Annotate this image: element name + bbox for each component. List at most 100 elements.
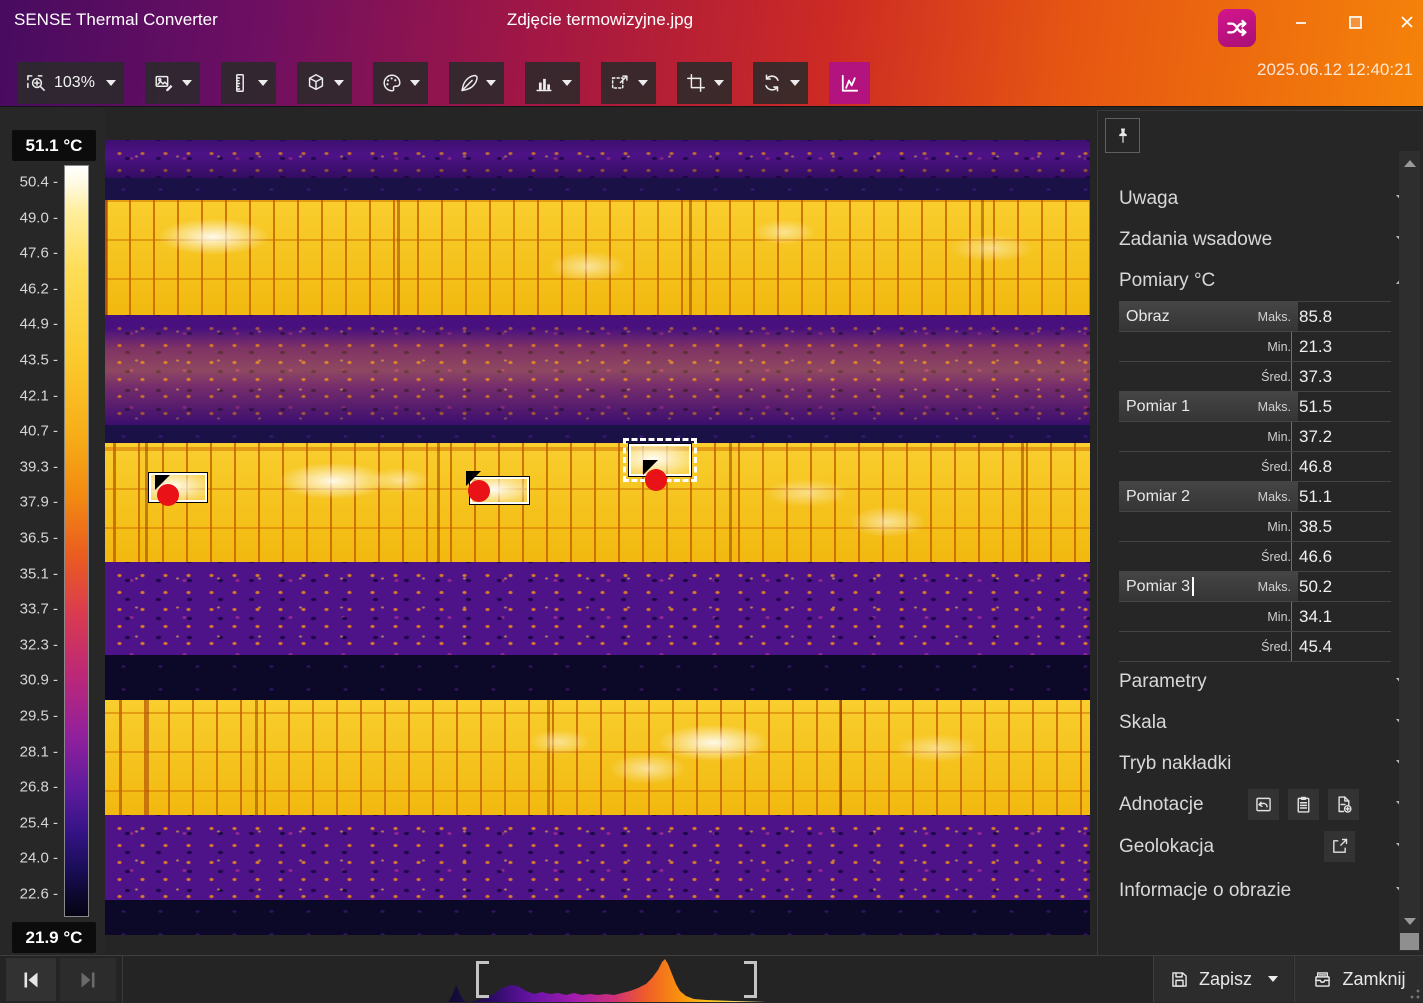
measurement-marker-3	[645, 469, 667, 491]
section-label: Uwaga	[1119, 188, 1178, 210]
scale-tick: 30.9	[20, 672, 58, 689]
stat-label: Śred.	[1231, 550, 1291, 564]
save-button[interactable]: Zapisz	[1153, 956, 1293, 1002]
measurement-name: Obraz	[1126, 308, 1170, 326]
save-icon	[1169, 969, 1190, 990]
stat-label: Maks.	[1231, 310, 1291, 324]
palette-button[interactable]	[373, 62, 428, 104]
histogram-range-left-handle[interactable]	[476, 961, 489, 998]
shuffle-icon	[1224, 15, 1250, 41]
section-tryb-nakladki[interactable]: Tryb nakładki	[1119, 749, 1391, 779]
section-informacje-o-obrazie[interactable]: Informacje o obrazie	[1119, 876, 1391, 906]
maximize-icon	[1345, 12, 1365, 32]
panel-scrollbar[interactable]	[1399, 151, 1420, 951]
skip-last-icon	[76, 968, 100, 992]
table-row: Min. 37.2	[1119, 421, 1391, 451]
temperature-histogram[interactable]	[390, 958, 790, 1002]
annotate-button[interactable]	[449, 62, 504, 104]
table-divider	[1119, 661, 1391, 662]
scale-tick: 46.2	[20, 280, 58, 297]
section-zadania-wsadowe[interactable]: Zadania wsadowe	[1119, 225, 1391, 255]
chevron-down-icon	[410, 80, 420, 86]
section-label: Zadania wsadowe	[1119, 229, 1272, 251]
measurement-name-field[interactable]: Pomiar 2	[1119, 488, 1231, 506]
section-label: Adnotacje	[1119, 794, 1204, 816]
thermal-row-shadow	[105, 655, 1090, 700]
scale-tick: 26.8	[20, 779, 58, 796]
pin-panel-button[interactable]	[1105, 118, 1140, 153]
image-edit-button[interactable]	[145, 62, 200, 104]
scale-tick: 36.5	[20, 530, 58, 547]
close-button[interactable]	[1392, 10, 1422, 34]
scale-ticks: 50.449.047.646.244.943.542.140.739.337.9…	[0, 182, 58, 902]
resize-button[interactable]	[601, 62, 656, 104]
chevron-down-icon	[486, 80, 496, 86]
histogram-range-right-handle[interactable]	[744, 961, 757, 998]
stat-label: Min.	[1231, 520, 1291, 534]
scale-tick: 25.4	[20, 814, 58, 831]
table-row: Pomiar 1 Maks. 51.5	[1119, 391, 1391, 421]
section-skala[interactable]: Skala	[1119, 708, 1391, 738]
stat-label: Śred.	[1231, 370, 1291, 384]
triangle-down-icon	[1404, 918, 1416, 925]
crop-button[interactable]	[677, 62, 732, 104]
stat-value: 51.1	[1291, 482, 1391, 511]
scale-tick: 24.0	[20, 850, 58, 867]
title-bar: SENSE Thermal Converter Zdjęcie termowiz…	[0, 0, 1423, 107]
thermal-image[interactable]	[105, 140, 1090, 935]
zoom-control-button[interactable]: 103%	[17, 62, 124, 104]
skip-first-icon	[19, 968, 43, 992]
scale-tick: 40.7	[20, 423, 58, 440]
close-file-button[interactable]: Zamknij	[1294, 956, 1423, 1002]
scale-tick: 43.5	[20, 352, 58, 369]
thermal-row-panels	[105, 200, 1090, 315]
stat-value: 85.8	[1291, 302, 1391, 331]
pin-icon	[1113, 126, 1133, 146]
section-pomiary[interactable]: Pomiary °C	[1119, 266, 1391, 296]
annotation-add-note-button[interactable]	[1328, 789, 1359, 820]
thermal-row-ground	[105, 315, 1090, 425]
measurement-name-field[interactable]: Pomiar 3	[1119, 577, 1231, 596]
palette-icon	[381, 72, 403, 94]
annotation-clipboard-button[interactable]	[1288, 789, 1319, 820]
temperature-scale: 51.1 °C 50.449.047.646.244.943.542.140.7…	[0, 107, 105, 955]
scrollbar-thumb[interactable]	[1400, 933, 1419, 950]
annotation-undo-button[interactable]	[1248, 789, 1279, 820]
measurement-name-field[interactable]: Obraz	[1119, 308, 1231, 326]
measurement-name: Pomiar 2	[1126, 488, 1190, 506]
minimize-button[interactable]	[1286, 10, 1316, 34]
clipboard-icon	[1293, 794, 1314, 815]
thermal-row-ground	[105, 140, 1090, 178]
scrollbar-down-arrow[interactable]	[1399, 911, 1420, 931]
stat-label: Śred.	[1231, 460, 1291, 474]
geolocation-open-button[interactable]	[1324, 831, 1355, 862]
view-3d-button[interactable]	[297, 62, 352, 104]
table-row: Min. 21.3	[1119, 331, 1391, 361]
maximize-button[interactable]	[1340, 10, 1370, 34]
histogram-button[interactable]	[829, 62, 870, 104]
section-label: Parametry	[1119, 671, 1207, 693]
scale-tick: 33.7	[20, 601, 58, 618]
zoom-selection-icon	[25, 72, 48, 95]
divider	[122, 956, 123, 1003]
measurement-name-field[interactable]: Pomiar 1	[1119, 398, 1231, 416]
section-uwaga[interactable]: Uwaga	[1119, 184, 1391, 214]
table-row: Min. 34.1	[1119, 601, 1391, 631]
thermal-row-shadow	[105, 425, 1090, 443]
chart-button[interactable]	[525, 62, 580, 104]
rotate-button[interactable]	[753, 62, 808, 104]
histogram-icon	[838, 72, 861, 95]
resize-icon	[609, 72, 631, 94]
toolbar: 103%	[17, 62, 870, 104]
table-row: Śred. 46.8	[1119, 451, 1391, 481]
scale-tick: 37.9	[20, 494, 58, 511]
measure-button[interactable]	[221, 62, 276, 104]
section-parametry[interactable]: Parametry	[1119, 667, 1391, 697]
chevron-down-icon	[562, 80, 572, 86]
file-add-icon	[1333, 794, 1354, 815]
scrollbar-up-arrow[interactable]	[1399, 153, 1420, 173]
thermal-row-shadow	[105, 178, 1090, 200]
go-first-button[interactable]	[6, 958, 56, 1001]
go-last-button[interactable]	[60, 958, 116, 1001]
section-label: Skala	[1119, 712, 1167, 734]
